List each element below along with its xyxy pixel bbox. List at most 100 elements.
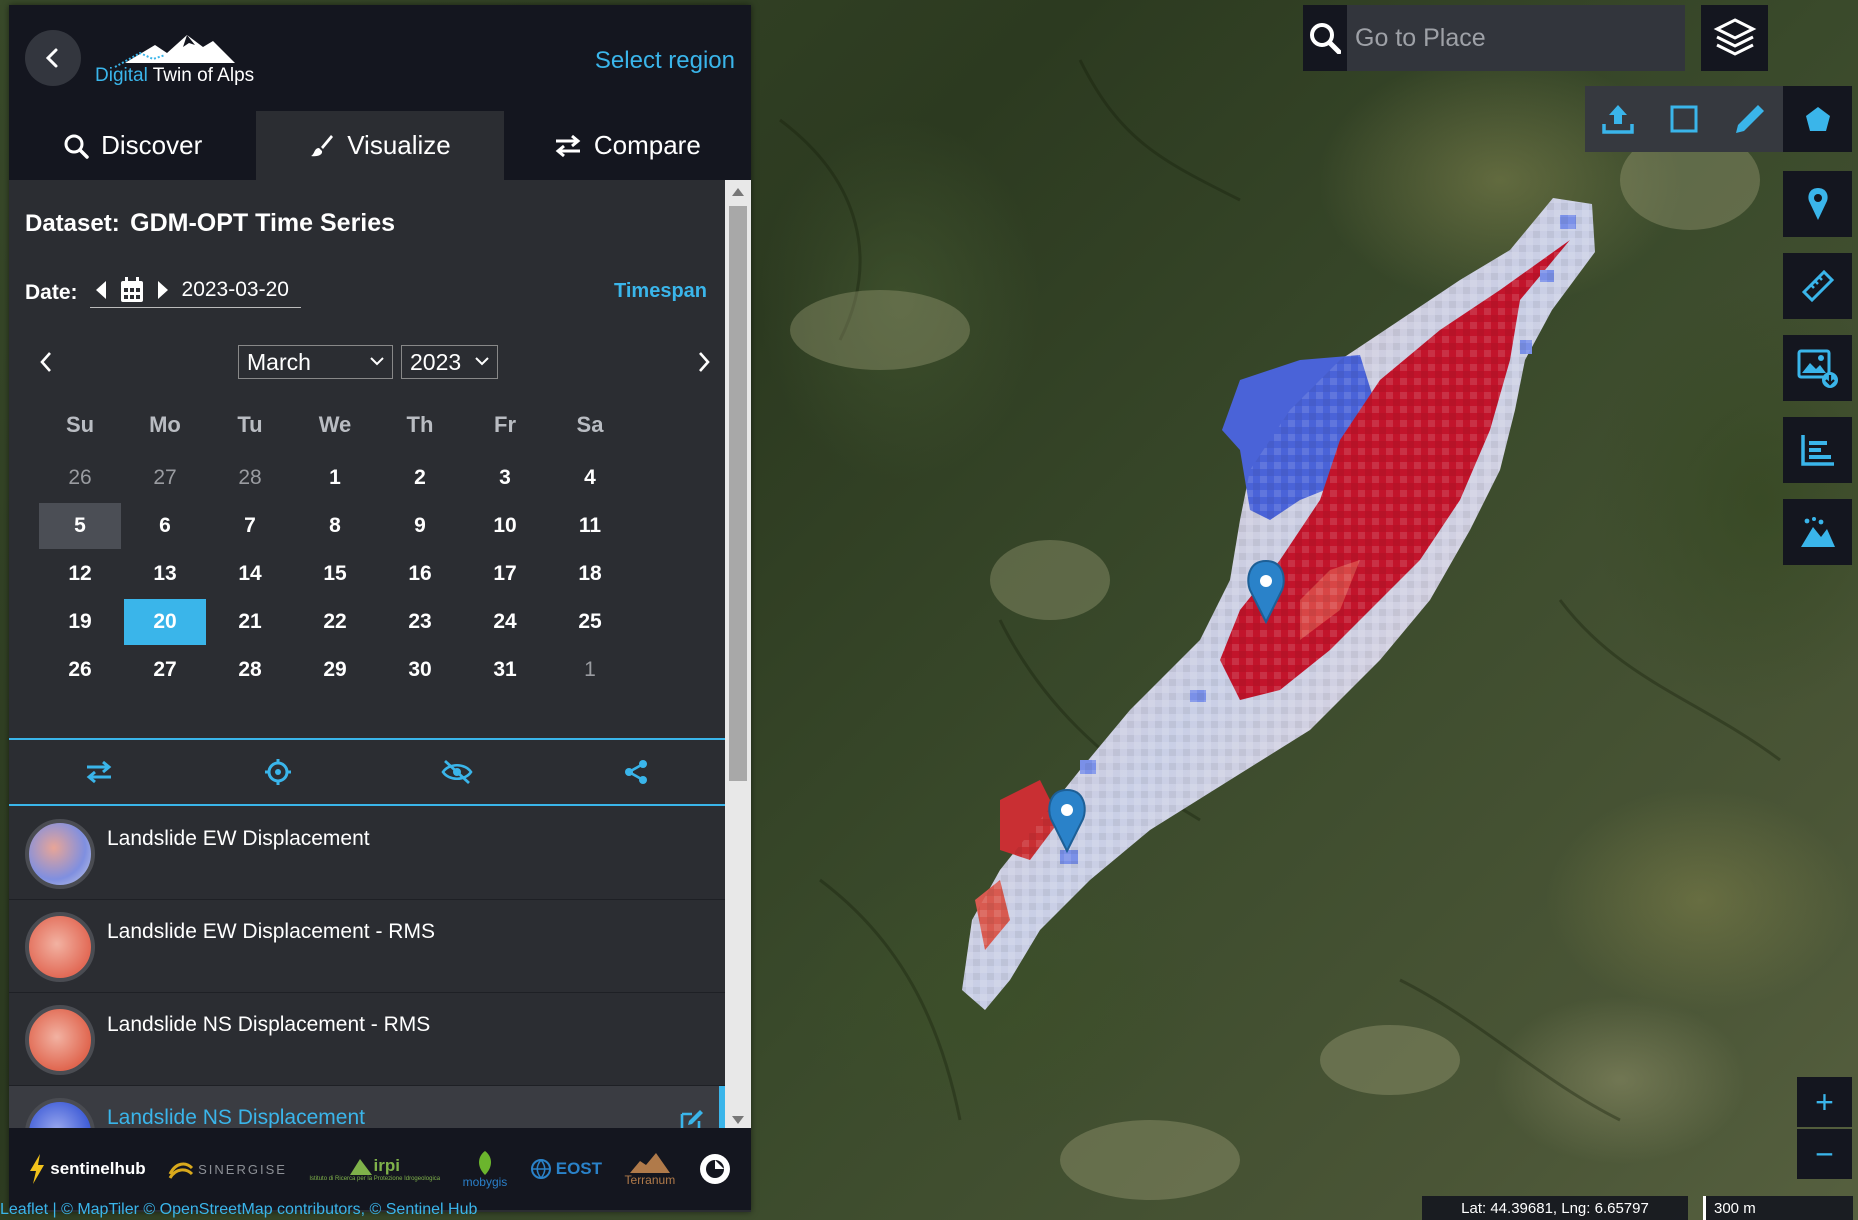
calendar-day[interactable]: 31: [464, 647, 546, 693]
calendar-day[interactable]: 28: [209, 647, 291, 693]
year-select[interactable]: 2023: [401, 345, 498, 379]
date-control: 2023-03-20: [89, 277, 301, 308]
ruler-icon: [1801, 269, 1834, 303]
calendar-day[interactable]: 8: [294, 503, 376, 549]
statistics-button[interactable]: [1783, 417, 1852, 483]
zoom-in-button[interactable]: +: [1797, 1077, 1852, 1127]
panel-body: Dataset: GDM-OPT Time Series Date: 2023-…: [9, 180, 725, 1179]
layers-button[interactable]: [1701, 5, 1768, 71]
calendar-day[interactable]: 12: [39, 551, 121, 597]
share-button[interactable]: [546, 740, 725, 804]
irpi-mark-icon: [349, 1159, 372, 1175]
institution-logo[interactable]: [698, 1152, 732, 1186]
search-button[interactable]: [1303, 5, 1347, 71]
eost-logo[interactable]: EOST: [530, 1158, 602, 1180]
tab-discover[interactable]: Discover: [9, 111, 256, 180]
calendar-day[interactable]: 3: [464, 455, 546, 501]
sinergise-logo[interactable]: SINERGISE: [168, 1158, 287, 1180]
map-pin-icon: [1807, 188, 1828, 220]
layer-name: Landslide EW Displacement - RMS: [107, 920, 435, 943]
sentinelhub-logo[interactable]: sentinelhub: [28, 1154, 146, 1184]
month-select[interactable]: March: [238, 345, 393, 379]
previous-month-button[interactable]: [31, 347, 61, 377]
zoom-out-button[interactable]: −: [1797, 1129, 1852, 1179]
calendar-day[interactable]: 4: [549, 455, 631, 501]
date-value[interactable]: 2023-03-20: [182, 278, 289, 302]
panel-scrollbar[interactable]: [725, 180, 751, 1132]
image-download-button[interactable]: [1783, 335, 1852, 401]
next-month-button[interactable]: [689, 347, 719, 377]
calendar-day[interactable]: 1: [294, 455, 376, 501]
hide-layer-button[interactable]: [367, 740, 546, 804]
calendar-day[interactable]: 28: [209, 455, 291, 501]
calendar-day[interactable]: 17: [464, 551, 546, 597]
layer-thumbnail: [25, 1005, 95, 1075]
calendar-day[interactable]: 10: [464, 503, 546, 549]
calendar-day[interactable]: 30: [379, 647, 461, 693]
scroll-up-arrow[interactable]: [732, 188, 744, 196]
swap-button[interactable]: [9, 740, 188, 804]
scrollbar-thumb[interactable]: [729, 206, 747, 781]
draw-rectangle-button[interactable]: [1651, 86, 1717, 152]
calendar-day[interactable]: 22: [294, 599, 376, 645]
back-button[interactable]: [25, 30, 81, 86]
calendar-day[interactable]: 9: [379, 503, 461, 549]
place-search-input[interactable]: [1347, 5, 1685, 71]
terrain-analysis-button[interactable]: [1783, 499, 1852, 565]
weekday-label: Th: [406, 412, 434, 437]
irpi-logo[interactable]: irpi Istituto di Ricerca per la Protezio…: [309, 1156, 440, 1182]
calendar-day[interactable]: 27: [124, 647, 206, 693]
terranum-logo[interactable]: Terranum: [625, 1151, 675, 1187]
tab-compare[interactable]: Compare: [504, 111, 751, 180]
draw-line-button[interactable]: [1717, 86, 1783, 152]
calendar-day[interactable]: 15: [294, 551, 376, 597]
dataset-row: Dataset: GDM-OPT Time Series: [25, 209, 395, 238]
search-icon: [64, 134, 89, 159]
mobygis-logo[interactable]: mobygis: [463, 1149, 507, 1189]
scroll-down-arrow[interactable]: [732, 1116, 744, 1124]
calendar-day[interactable]: 29: [294, 647, 376, 693]
irpi-subtitle: Istituto di Ricerca per la Protezione Id…: [309, 1176, 441, 1182]
calendar-day[interactable]: 24: [464, 599, 546, 645]
tab-compare-label: Compare: [593, 130, 701, 160]
select-region-link[interactable]: Select region: [595, 47, 735, 75]
tab-visualize[interactable]: Visualize: [256, 111, 504, 180]
timespan-link[interactable]: Timespan: [614, 280, 707, 303]
terrain-icon: [1800, 517, 1835, 547]
calendar-day[interactable]: 20: [124, 599, 206, 645]
calendar-day[interactable]: 26: [39, 647, 121, 693]
upload-button[interactable]: [1585, 86, 1651, 152]
layer-item[interactable]: Landslide EW Displacement: [9, 807, 725, 900]
eye-off-icon: [440, 759, 473, 785]
layer-item[interactable]: Landslide NS Displacement - RMS: [9, 993, 725, 1086]
calendar-day[interactable]: 13: [124, 551, 206, 597]
weekday-label: Sa: [576, 412, 604, 437]
place-marker-button[interactable]: [1783, 171, 1852, 237]
calendar-day[interactable]: 5: [39, 503, 121, 549]
calendar-day[interactable]: 1: [549, 647, 631, 693]
calendar-day[interactable]: 2: [379, 455, 461, 501]
calendar-day[interactable]: 18: [549, 551, 631, 597]
calendar-day[interactable]: 23: [379, 599, 461, 645]
calendar-day[interactable]: 27: [124, 455, 206, 501]
calendar-day[interactable]: 14: [209, 551, 291, 597]
calendar-day[interactable]: 21: [209, 599, 291, 645]
calendar-day[interactable]: 11: [549, 503, 631, 549]
next-date-button[interactable]: [157, 281, 168, 299]
calendar-day[interactable]: 7: [209, 503, 291, 549]
zoom-to-layer-button[interactable]: [188, 740, 367, 804]
weekday-label: Tu: [237, 412, 263, 437]
calendar-day[interactable]: 25: [549, 599, 631, 645]
calendar-day[interactable]: 19: [39, 599, 121, 645]
calendar-icon[interactable]: [120, 277, 144, 303]
map-attribution[interactable]: Leaflet | © MapTiler © OpenStreetMap con…: [0, 1201, 477, 1219]
layer-item[interactable]: Landslide EW Displacement - RMS: [9, 900, 725, 993]
calendar-day[interactable]: 6: [124, 503, 206, 549]
draw-polygon-button[interactable]: [1783, 86, 1852, 152]
chevron-left-icon: [40, 352, 51, 372]
calendar-day[interactable]: 16: [379, 551, 461, 597]
previous-date-button[interactable]: [95, 281, 106, 299]
measure-button[interactable]: [1783, 253, 1852, 319]
tab-visualize-label: Visualize: [347, 130, 451, 160]
calendar-day[interactable]: 26: [39, 455, 121, 501]
